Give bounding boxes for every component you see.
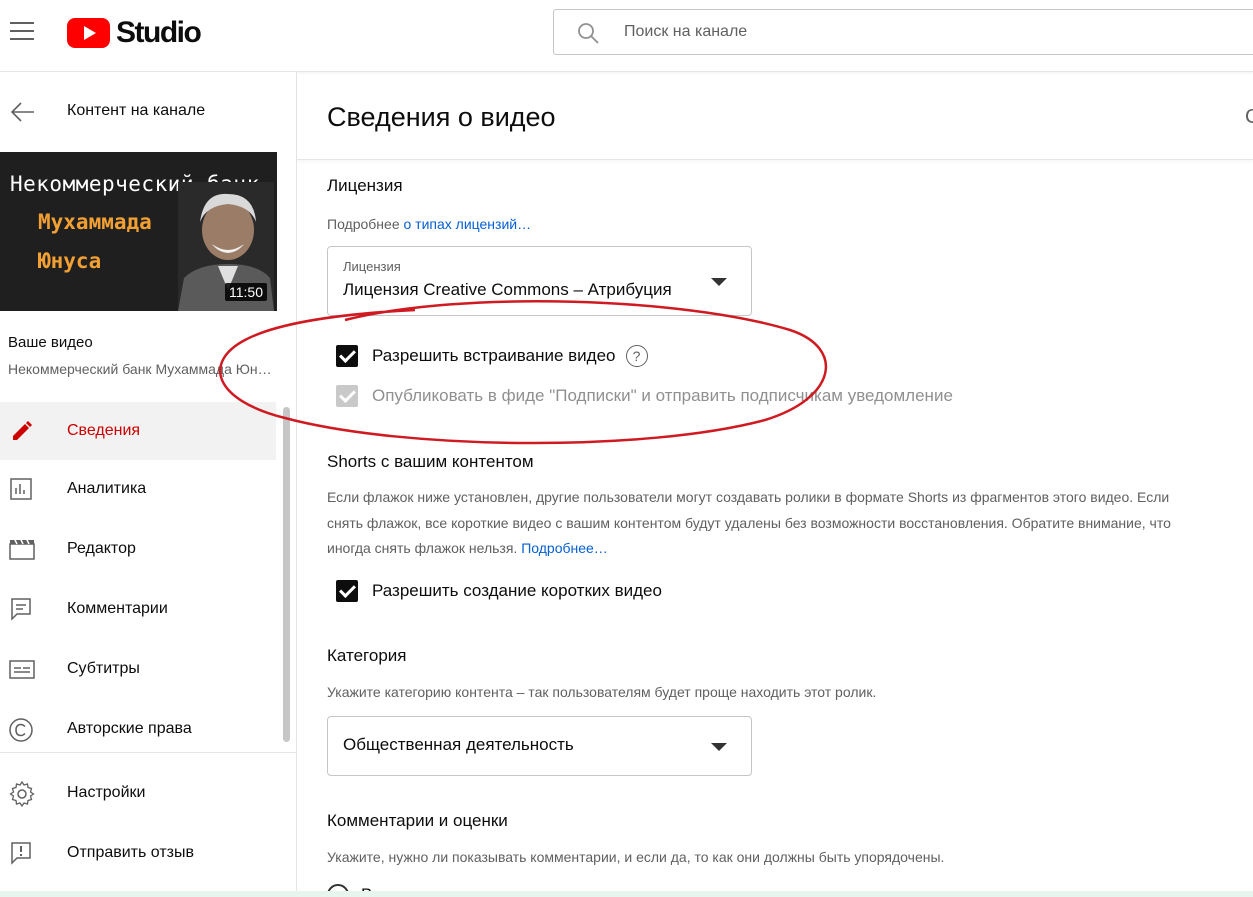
license-desc-text: Подробнее	[327, 216, 404, 232]
sidebar-item-editor[interactable]: Редактор	[0, 520, 276, 580]
sidebar-item-label: Редактор	[67, 540, 136, 557]
embed-checkbox[interactable]	[336, 345, 358, 367]
license-types-link[interactable]: о типах лицензий…	[404, 216, 532, 232]
chevron-down-icon	[711, 278, 727, 286]
youtube-play-icon	[67, 18, 110, 48]
sidebar-item-details[interactable]: Сведения	[0, 402, 276, 460]
license-select[interactable]: Лицензия Лицензия Creative Commons – Атр…	[327, 246, 752, 316]
category-section-title: Категория	[327, 646, 407, 665]
shorts-learn-more-link[interactable]: Подробнее…	[521, 540, 608, 556]
main-header: Сведения о видео С	[297, 72, 1253, 160]
category-section-desc: Укажите категорию контента – так пользов…	[327, 684, 877, 700]
category-select[interactable]: Общественная деятельность	[327, 716, 752, 776]
back-arrow-icon[interactable]	[10, 100, 36, 124]
sidebar-scrollbar[interactable]	[283, 407, 290, 742]
shorts-section-desc: Если флажок ниже установлен, другие поль…	[327, 485, 1187, 562]
shorts-checkbox-label: Разрешить создание коротких видео	[372, 581, 662, 600]
sidebar-nav: Сведения Аналитика Редактор Комментарии …	[0, 402, 276, 760]
search-icon	[578, 23, 599, 44]
top-bar: Studio	[0, 0, 1253, 72]
sidebar-divider	[0, 752, 296, 753]
help-icon[interactable]: ?	[625, 345, 648, 367]
feedback-icon	[11, 842, 31, 865]
publish-checkbox-label: Опубликовать в фиде "Подписки" и отправи…	[372, 386, 953, 405]
comments-section-title: Комментарии и оценки	[327, 811, 508, 830]
bottom-strip	[0, 891, 1253, 897]
sidebar-bottom-nav: Настройки Отправить отзыв	[0, 764, 296, 884]
sidebar-item-label: Сведения	[67, 422, 141, 439]
back-label[interactable]: Контент на канале	[67, 102, 205, 120]
license-section-desc: Подробнее о типах лицензий…	[327, 212, 1187, 238]
sidebar-item-label: Отправить отзыв	[67, 844, 194, 861]
hamburger-menu-icon[interactable]	[10, 22, 34, 42]
sidebar-item-label: Настройки	[67, 784, 146, 801]
video-duration: 11:50	[225, 283, 267, 301]
search-input[interactable]	[624, 10, 1224, 54]
comments-section-desc: Укажите, нужно ли показывать комментарии…	[327, 849, 945, 865]
sidebar-item-label: Аналитика	[67, 480, 147, 497]
main-content: Сведения о видео С Лицензия Подробнее о …	[297, 72, 1253, 897]
publish-checkbox	[336, 385, 358, 407]
sidebar-item-label: Авторские права	[67, 720, 192, 737]
shorts-checkbox[interactable]	[336, 580, 358, 602]
sidebar-item-settings[interactable]: Настройки	[0, 764, 296, 824]
license-section-title: Лицензия	[327, 176, 403, 195]
sidebar-item-copyright[interactable]: Авторские права	[0, 700, 276, 760]
sidebar-item-feedback[interactable]: Отправить отзыв	[0, 824, 296, 884]
subtitles-icon	[9, 660, 35, 679]
back-to-content-row[interactable]: Контент на канале	[0, 92, 296, 132]
shorts-section-title: Shorts с вашим контентом	[327, 452, 534, 471]
youtube-studio-logo[interactable]: Studio	[67, 16, 202, 50]
sidebar: Контент на канале Некоммерческий банк Му…	[0, 72, 297, 897]
shorts-checkbox-row[interactable]: Разрешить создание коротких видео	[336, 579, 662, 603]
publish-checkbox-row: Опубликовать в фиде "Подписки" и отправи…	[336, 384, 953, 408]
license-select-label: Лицензия	[343, 259, 401, 274]
clapperboard-icon	[9, 539, 35, 560]
video-title-sub: Некоммерческий банк Мухаммада Юнуса	[8, 361, 273, 377]
license-select-value: Лицензия Creative Commons – Атрибуция	[343, 280, 672, 299]
thumbnail-text-line3: Юнуса	[38, 249, 102, 273]
embed-checkbox-row[interactable]: Разрешить встраивание видео ?	[336, 344, 648, 368]
copyright-icon	[9, 718, 33, 742]
logo-text: Studio	[116, 16, 202, 49]
comment-icon	[11, 598, 31, 621]
gear-icon	[9, 781, 35, 807]
category-select-value: Общественная деятельность	[343, 735, 574, 754]
sidebar-item-comments[interactable]: Комментарии	[0, 580, 276, 640]
your-video-label: Ваше видео	[8, 334, 93, 351]
video-thumbnail[interactable]: Некоммерческий банк Мухаммада Юнуса 11:5…	[0, 152, 277, 311]
analytics-icon	[10, 478, 32, 500]
sidebar-item-analytics[interactable]: Аналитика	[0, 460, 276, 520]
sidebar-item-label: Субтитры	[67, 660, 140, 677]
header-cutoff-text: С	[1245, 106, 1253, 128]
sidebar-item-label: Комментарии	[67, 600, 168, 617]
page-title: Сведения о видео	[327, 102, 556, 132]
embed-checkbox-label: Разрешить встраивание видео	[372, 346, 616, 365]
thumbnail-text-line2: Мухаммада	[38, 210, 152, 234]
pencil-icon	[13, 421, 32, 440]
chevron-down-icon	[711, 743, 727, 751]
shorts-desc-text: Если флажок ниже установлен, другие поль…	[327, 489, 1171, 556]
search-box[interactable]	[553, 9, 1253, 55]
sidebar-item-subtitles[interactable]: Субтитры	[0, 640, 276, 700]
